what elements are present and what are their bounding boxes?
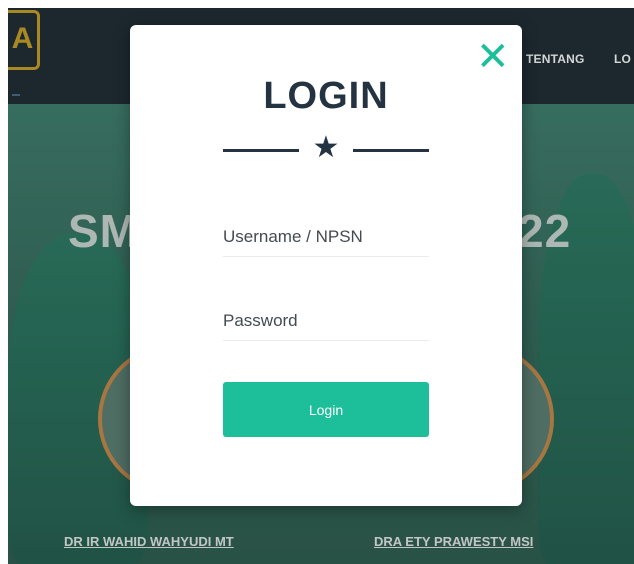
modal-title: LOGIN	[263, 75, 389, 117]
star-icon: ★	[312, 131, 340, 164]
username-field[interactable]	[223, 217, 429, 257]
login-modal: ✕ LOGIN ★ Login	[130, 25, 522, 506]
divider-line-left	[223, 149, 299, 152]
login-button[interactable]: Login	[223, 382, 429, 437]
page-frame: A TENTANG LO SM 22 DR IR WAHID WAHYUDI M…	[8, 8, 634, 564]
password-field[interactable]	[223, 301, 429, 341]
close-icon[interactable]: ✕	[476, 37, 510, 77]
divider-line-right	[353, 149, 429, 152]
